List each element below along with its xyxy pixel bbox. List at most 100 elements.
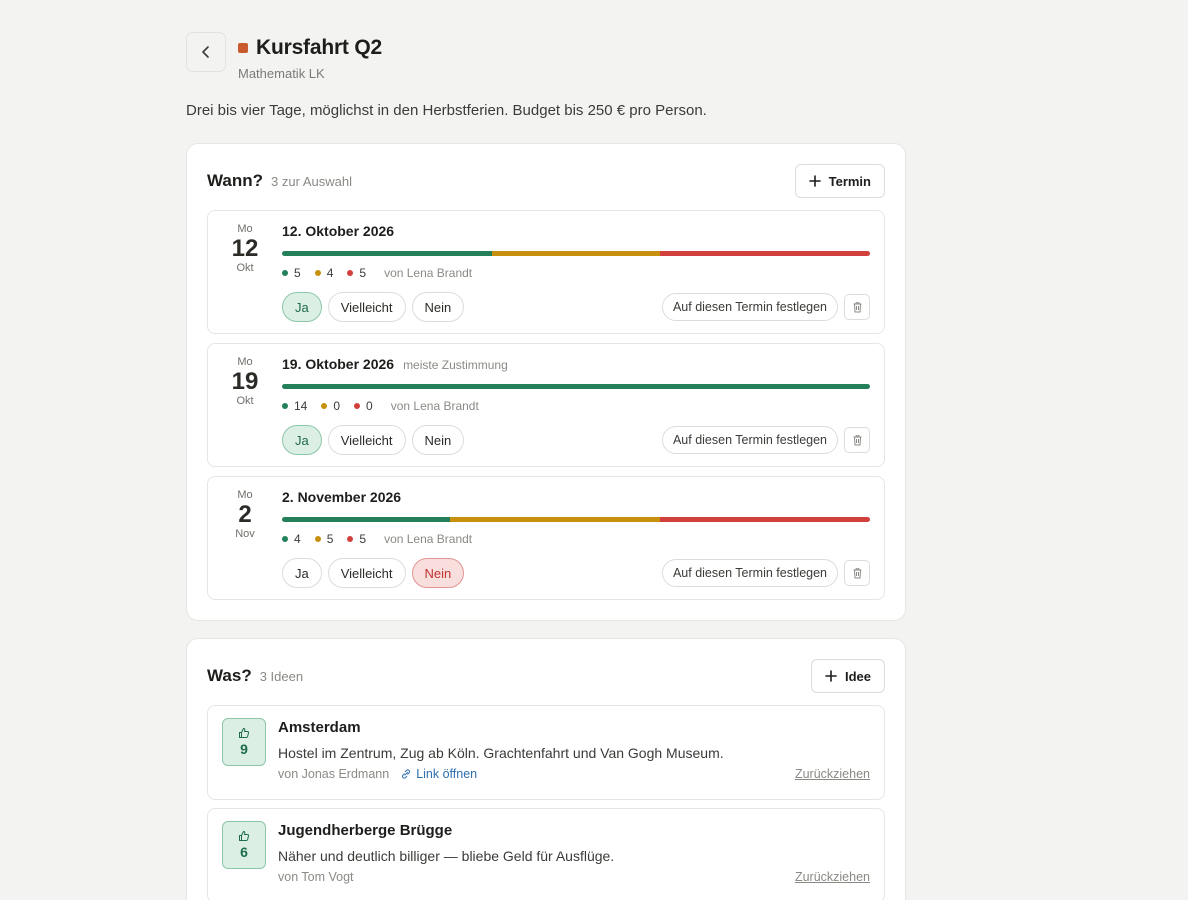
retract-vote-link[interactable]: Zurückziehen: [795, 870, 870, 884]
yes-dot: [282, 536, 288, 542]
idea-author: von Jonas Erdmann: [278, 767, 390, 781]
date-title: 12. Oktober 2026: [282, 223, 395, 239]
fix-date-button[interactable]: Auf diesen Termin festlegen: [661, 559, 838, 587]
idea-item: 6 Jugendherberge Brügge Näher und deutli…: [207, 808, 885, 900]
maybe-dot: [314, 270, 321, 276]
bar-yes-segment: [282, 517, 450, 522]
maybe-count: 0: [333, 399, 341, 413]
bar-no-segment: [660, 517, 870, 522]
vote-yes-button[interactable]: Ja: [282, 292, 322, 322]
date-day: 19: [231, 368, 259, 395]
retract-vote-link[interactable]: Zurückziehen: [795, 767, 870, 781]
date-title: 19. Oktober 2026: [282, 356, 395, 372]
no-dot: [347, 536, 354, 542]
when-card: Wann? 3 zur Auswahl Termin Mo 12 Okt 12.…: [186, 143, 906, 621]
idea-description: Näher und deutlich billiger — bliebe Gel…: [278, 848, 615, 864]
link-icon: [402, 769, 411, 779]
vote-no-button[interactable]: Nein: [411, 292, 465, 322]
when-card-header: Wann? 3 zur Auswahl Termin: [207, 164, 885, 198]
plus-icon: [808, 175, 821, 187]
date-title: 2. November 2026: [282, 489, 402, 505]
course-color-dot: [238, 43, 248, 53]
idea-upvote-button[interactable]: 9: [222, 718, 266, 766]
back-button[interactable]: [186, 32, 226, 72]
yes-count: 4: [294, 532, 301, 546]
add-date-button[interactable]: Termin: [794, 164, 885, 198]
vote-yes-button[interactable]: Ja: [282, 558, 322, 588]
bar-maybe-segment: [450, 517, 660, 522]
date-day: 12: [231, 235, 259, 262]
chevron-left-icon: [202, 46, 209, 58]
vote-distribution-bar: [282, 384, 870, 389]
no-count: 5: [359, 266, 367, 280]
idea-title: Jugendherberge Brügge: [278, 822, 453, 839]
vote-maybe-button[interactable]: Vielleicht: [327, 292, 406, 322]
vote-counts: 5 4 5 von Lena Brandt: [282, 265, 870, 281]
bar-yes-segment: [282, 251, 492, 256]
no-count: 0: [366, 399, 373, 413]
bar-maybe-segment: [492, 251, 660, 256]
no-dot: [354, 403, 361, 409]
date-tag: meiste Zustimmung: [403, 358, 508, 372]
date-badge: Mo 2 Nov: [208, 489, 282, 587]
add-idea-label: Idee: [844, 668, 871, 684]
trash-icon: [853, 568, 861, 579]
idea-description: Hostel im Zentrum, Zug ab Köln. Grachten…: [278, 745, 724, 761]
date-list: Mo 12 Okt 12. Oktober 2026 5 4 5 von Len…: [207, 210, 885, 600]
vote-distribution-bar: [282, 251, 870, 256]
idea-link[interactable]: Link öffnen: [401, 767, 477, 781]
date-badge: Mo 12 Okt: [208, 223, 282, 321]
no-count: 5: [359, 532, 367, 546]
when-title: Wann?: [207, 171, 264, 190]
yes-count: 5: [294, 266, 301, 280]
delete-date-button[interactable]: [844, 294, 870, 320]
date-day: 2: [238, 501, 252, 528]
fix-date-button[interactable]: Auf diesen Termin festlegen: [661, 426, 838, 454]
idea-title: Amsterdam: [278, 719, 361, 736]
trash-icon: [853, 435, 861, 446]
date-option: Mo 12 Okt 12. Oktober 2026 5 4 5 von Len…: [207, 210, 885, 334]
page: Kursfahrt Q2 Mathematik LK Drei bis vier…: [186, 32, 906, 900]
date-option: Mo 2 Nov 2. November 2026 4 5 5 von Lena…: [207, 476, 885, 600]
add-date-label: Termin: [828, 173, 871, 189]
bar-yes-segment: [282, 384, 870, 389]
vote-counts: 4 5 5 von Lena Brandt: [282, 531, 870, 547]
page-subtitle: Mathematik LK: [238, 66, 325, 81]
date-month: Okt: [236, 395, 254, 407]
bar-no-segment: [660, 251, 870, 256]
maybe-dot: [321, 403, 328, 409]
plus-icon: [825, 670, 837, 682]
vote-maybe-button[interactable]: Vielleicht: [327, 558, 406, 588]
maybe-count: 4: [326, 266, 334, 280]
idea-link-label: Link öffnen: [416, 767, 478, 781]
date-month: Okt: [236, 262, 254, 274]
what-card-header: Was? 3 Ideen Idee: [207, 659, 885, 693]
title-block: Kursfahrt Q2 Mathematik LK: [238, 32, 382, 81]
trash-icon: [853, 302, 861, 313]
maybe-count: 5: [326, 532, 334, 546]
idea-vote-count: 9: [240, 741, 248, 757]
vote-yes-button[interactable]: Ja: [282, 425, 322, 455]
when-count: 3 zur Auswahl: [271, 174, 352, 189]
add-idea-button[interactable]: Idee: [810, 659, 885, 693]
date-badge: Mo 19 Okt: [208, 356, 282, 454]
idea-vote-count: 6: [240, 844, 248, 860]
date-month: Nov: [235, 528, 255, 540]
vote-maybe-button[interactable]: Vielleicht: [327, 425, 406, 455]
vote-no-button[interactable]: Nein: [411, 425, 465, 455]
yes-dot: [282, 270, 288, 276]
page-header: Kursfahrt Q2 Mathematik LK: [186, 32, 906, 88]
date-option: Mo 19 Okt 19. Oktober 2026 meiste Zustim…: [207, 343, 885, 467]
fix-date-button[interactable]: Auf diesen Termin festlegen: [661, 293, 838, 321]
vote-no-button[interactable]: Nein: [411, 558, 465, 588]
delete-date-button[interactable]: [844, 427, 870, 453]
date-proposer: von Lena Brandt: [384, 532, 473, 546]
vote-counts: 14 0 0 von Lena Brandt: [282, 398, 870, 414]
yes-count: 14: [294, 399, 308, 413]
idea-author: von Tom Vogt: [278, 870, 354, 884]
what-card: Was? 3 Ideen Idee 9 Amsterdam Hostel im …: [186, 638, 906, 900]
yes-dot: [282, 403, 288, 409]
page-title: Kursfahrt Q2: [256, 36, 382, 59]
idea-upvote-button[interactable]: 6: [222, 821, 266, 869]
delete-date-button[interactable]: [844, 560, 870, 586]
